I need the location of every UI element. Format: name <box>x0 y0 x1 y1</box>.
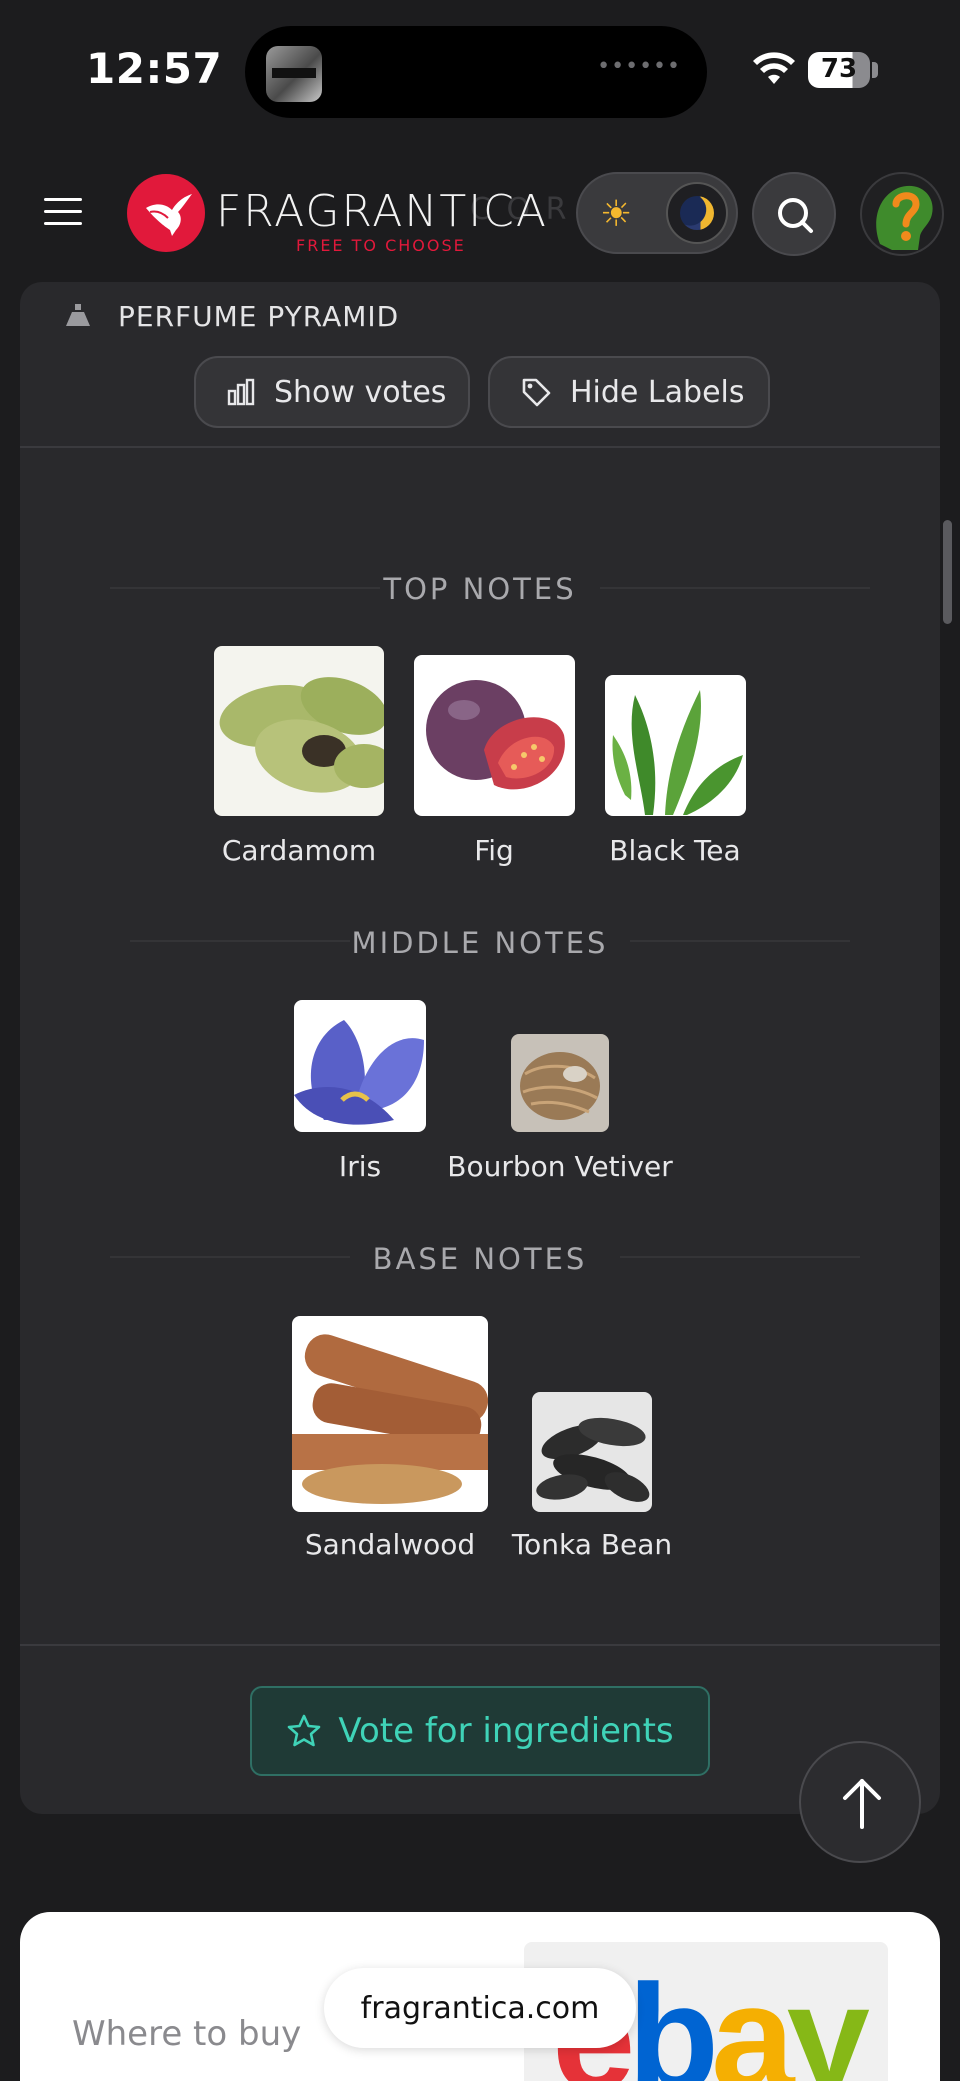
search-icon <box>778 198 813 233</box>
pyramid-header: PERFUME PYRAMID Show votes Hide Labels <box>20 282 940 448</box>
menu-icon[interactable] <box>44 198 82 226</box>
perfume-pyramid-card: PERFUME PYRAMID Show votes Hide Labels T… <box>20 282 940 1814</box>
star-icon <box>288 1714 321 1747</box>
clock: 12:57 <box>86 44 223 93</box>
note-label[interactable]: Black Tea <box>609 834 740 867</box>
user-avatar[interactable] <box>860 172 944 256</box>
vetiver-root-icon <box>520 1052 600 1120</box>
sandalwood-image[interactable] <box>292 1316 488 1512</box>
fig-fruit-icon <box>426 680 565 790</box>
base-notes-title: BASE NOTES <box>372 1242 588 1276</box>
show-votes-label: Show votes <box>274 374 447 410</box>
where-to-buy-label: Where to buy <box>72 2014 302 2054</box>
cardamom-pods-icon <box>219 677 384 793</box>
cardamom-image[interactable] <box>214 646 384 816</box>
iris-image[interactable] <box>294 1000 426 1132</box>
top-notes-title: TOP NOTES <box>383 572 577 606</box>
flask-icon <box>66 304 90 326</box>
pyramid-title: PERFUME PYRAMID <box>118 300 400 333</box>
scroll-to-top-button[interactable] <box>799 1741 921 1863</box>
show-votes-button[interactable]: Show votes <box>194 356 470 428</box>
battery-level: 73 <box>820 54 858 84</box>
note-label[interactable]: Cardamom <box>222 834 376 867</box>
battery-tip <box>872 62 878 78</box>
note-label[interactable]: Bourbon Vetiver <box>447 1150 672 1183</box>
tonka-bean-image[interactable] <box>532 1392 652 1512</box>
dynamic-island: •••••• <box>245 26 707 118</box>
tonka-beans-icon <box>536 1417 650 1502</box>
moon-icon <box>666 182 728 244</box>
bar-chart-icon <box>227 378 255 406</box>
hide-labels-button[interactable]: Hide Labels <box>488 356 770 428</box>
tea-leaves-icon <box>612 690 743 815</box>
tag-icon <box>522 378 551 407</box>
hummingbird-logo-icon <box>146 194 192 236</box>
wifi-icon <box>753 52 795 84</box>
battery-icon: 73 <box>808 52 870 88</box>
note-label[interactable]: Sandalwood <box>305 1528 475 1561</box>
note-label[interactable]: Fig <box>474 834 514 867</box>
now-playing-thumbnail[interactable] <box>266 46 322 102</box>
vote-for-ingredients-button[interactable]: Vote for ingredients <box>250 1686 710 1776</box>
note-label[interactable]: Iris <box>339 1150 381 1183</box>
site-header: C O R P O FRAGRANTICA FREE TO CHOOSE ☀ <box>0 140 960 288</box>
black-tea-image[interactable] <box>605 675 746 816</box>
sandalwood-sticks-icon <box>292 1334 488 1504</box>
logo-tagline: FREE TO CHOOSE <box>296 236 466 255</box>
fig-image[interactable] <box>414 655 575 816</box>
search-button[interactable] <box>752 172 836 256</box>
middle-notes-title: MIDDLE NOTES <box>351 926 609 960</box>
note-label[interactable]: Tonka Bean <box>512 1528 672 1561</box>
hide-labels-label: Hide Labels <box>570 374 745 410</box>
ebay-letter-y: y <box>786 1953 870 2081</box>
sun-icon: ☀ <box>600 194 633 235</box>
vote-label: Vote for ingredients <box>338 1711 674 1751</box>
status-bar: 12:57 •••••• 73 <box>0 0 960 140</box>
ebay-letter-a: a <box>711 1953 794 2081</box>
ebay-letter-b: b <box>627 1953 719 2081</box>
bourbon-vetiver-image[interactable] <box>511 1034 609 1132</box>
logo-wordmark[interactable]: FRAGRANTICA <box>216 186 548 237</box>
theme-toggle[interactable]: ☀ <box>576 172 738 254</box>
arrow-up-icon <box>843 1779 881 1829</box>
iris-flower-icon <box>294 1020 424 1125</box>
island-dots-icon: •••••• <box>597 54 681 79</box>
browser-url-pill[interactable]: fragrantica.com <box>324 1968 636 2048</box>
question-head-icon <box>876 185 933 250</box>
scrollbar[interactable] <box>943 520 952 624</box>
divider <box>20 1644 940 1646</box>
